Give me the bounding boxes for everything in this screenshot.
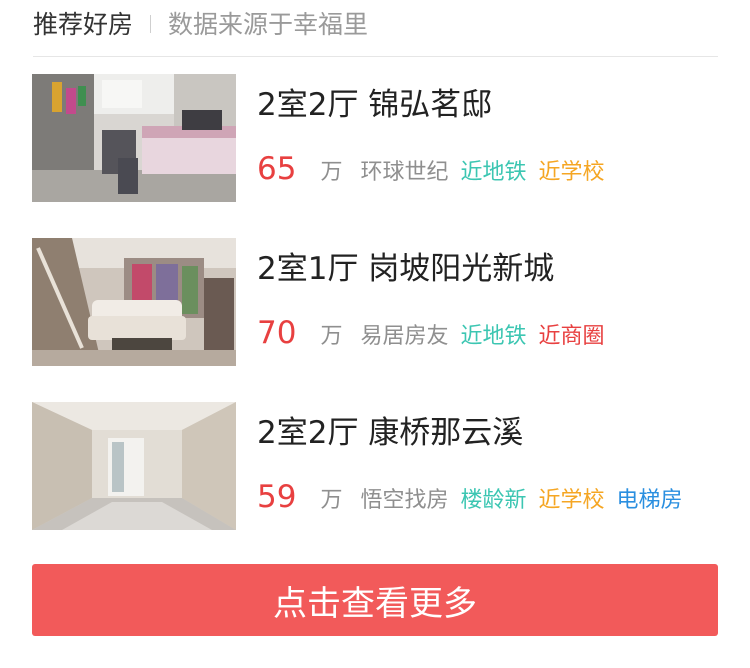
section-header: 推荐好房 数据来源于幸福里 — [33, 0, 718, 57]
living-room-photo-icon — [32, 238, 236, 366]
data-source-label: 数据来源于幸福里 — [168, 9, 369, 39]
listing-photo[interactable] — [32, 402, 236, 530]
listing-meta: 59 万 悟空找房 楼龄新 近学校 电梯房 — [257, 482, 683, 514]
listing-tag: 近学校 — [538, 488, 605, 513]
listing-price: 65 — [257, 151, 297, 187]
listing-agency: 悟空找房 — [360, 488, 449, 513]
listing-tag: 楼龄新 — [460, 488, 527, 513]
listing-tag: 近地铁 — [460, 324, 527, 349]
view-more-button[interactable]: 点击查看更多 — [32, 564, 718, 636]
listing-info: 2室1厅 岗坡阳光新城 70 万 易居房友 近地铁 近商圈 — [257, 238, 605, 350]
listing-info: 2室2厅 锦弘茗邸 65 万 环球世纪 近地铁 近学校 — [257, 74, 605, 186]
listing-info: 2室2厅 康桥那云溪 59 万 悟空找房 楼龄新 近学校 电梯房 — [257, 402, 683, 514]
section-title: 推荐好房 — [33, 9, 134, 39]
listing-tag: 近学校 — [538, 160, 605, 185]
empty-room-photo-icon — [32, 402, 236, 530]
header-divider — [150, 15, 152, 33]
listing-title[interactable]: 2室2厅 锦弘茗邸 — [257, 90, 492, 121]
listing-meta: 65 万 环球世纪 近地铁 近学校 — [257, 154, 605, 186]
bedroom-photo-icon — [32, 74, 236, 202]
listing-title[interactable]: 2室2厅 康桥那云溪 — [257, 418, 523, 449]
price-unit: 万 — [320, 488, 343, 513]
price-unit: 万 — [320, 160, 343, 185]
listing-tag: 近地铁 — [460, 160, 527, 185]
listing-price: 59 — [257, 479, 297, 515]
listing-agency: 环球世纪 — [360, 160, 449, 185]
listing-photo[interactable] — [32, 238, 236, 366]
price-unit: 万 — [320, 324, 343, 349]
listing-title[interactable]: 2室1厅 岗坡阳光新城 — [257, 254, 554, 285]
listing-list: 2室2厅 锦弘茗邸 65 万 环球世纪 近地铁 近学校 2室1厅 岗坡阳光新城 … — [32, 74, 718, 566]
listing-meta: 70 万 易居房友 近地铁 近商圈 — [257, 318, 605, 350]
listing-item[interactable]: 2室1厅 岗坡阳光新城 70 万 易居房友 近地铁 近商圈 — [32, 238, 718, 402]
listing-tag: 近商圈 — [538, 324, 605, 349]
listing-photo[interactable] — [32, 74, 236, 202]
listing-agency: 易居房友 — [360, 324, 449, 349]
listing-price: 70 — [257, 315, 297, 351]
listing-tag: 电梯房 — [616, 488, 683, 513]
listing-item[interactable]: 2室2厅 锦弘茗邸 65 万 环球世纪 近地铁 近学校 — [32, 74, 718, 238]
listing-item[interactable]: 2室2厅 康桥那云溪 59 万 悟空找房 楼龄新 近学校 电梯房 — [32, 402, 718, 566]
